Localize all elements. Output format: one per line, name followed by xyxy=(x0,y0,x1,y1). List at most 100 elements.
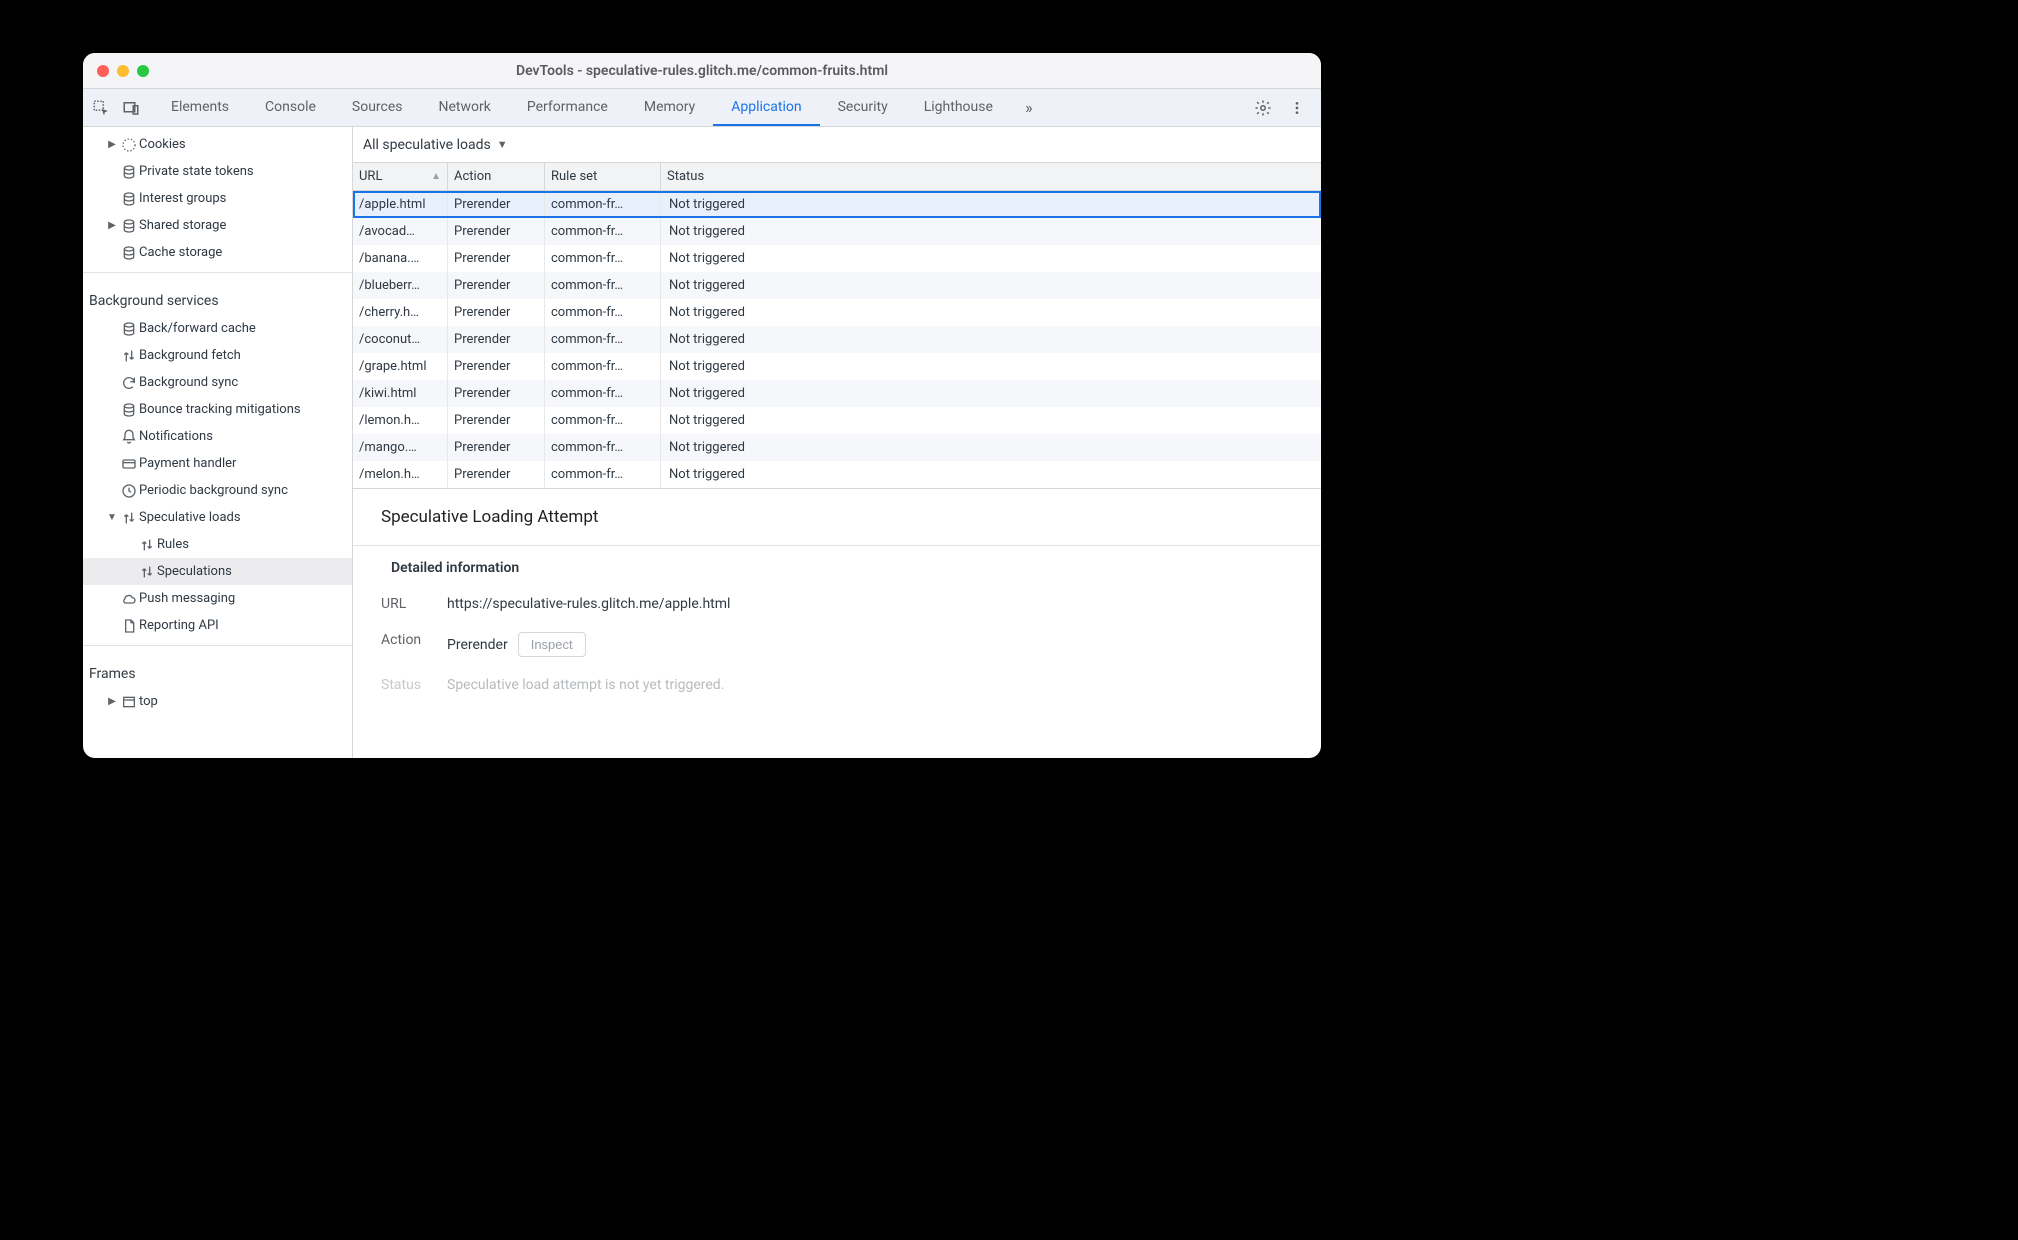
tab-elements[interactable]: Elements xyxy=(153,89,247,126)
sync-icon xyxy=(119,375,139,391)
db-icon xyxy=(119,164,139,180)
detail-subheading: Detailed information xyxy=(353,546,1321,586)
sidebar-item-interest-groups[interactable]: Interest groups xyxy=(83,185,352,212)
col-ruleset[interactable]: Rule set xyxy=(545,163,661,190)
settings-gear-icon[interactable] xyxy=(1253,98,1273,118)
table-row[interactable]: /lemon.h…Prerendercommon-fr…Not triggere… xyxy=(353,407,1321,434)
cell-ruleset: common-fr… xyxy=(545,407,661,434)
more-tabs-icon[interactable]: » xyxy=(1019,98,1039,118)
tab-application[interactable]: Application xyxy=(713,89,819,126)
tab-sources[interactable]: Sources xyxy=(334,89,421,126)
sidebar-item-label: Speculative loads xyxy=(139,510,241,525)
sidebar-item-label: Private state tokens xyxy=(139,164,254,179)
tab-security[interactable]: Security xyxy=(820,89,906,126)
cell-ruleset: common-fr… xyxy=(545,272,661,299)
sidebar-item-label: Background fetch xyxy=(139,348,241,363)
cell-ruleset: common-fr… xyxy=(545,191,661,218)
sidebar-item-speculative-loads[interactable]: ▼Speculative loads xyxy=(83,504,352,531)
main-area: ▶Cookies Private state tokens Interest gro… xyxy=(83,127,1321,758)
device-toolbar-icon[interactable] xyxy=(121,98,141,118)
sidebar-item-label: Shared storage xyxy=(139,218,226,233)
devtools-window: DevTools - speculative-rules.glitch.me/c… xyxy=(83,53,1321,758)
sidebar-item-top[interactable]: ▶top xyxy=(83,688,352,715)
updown-icon xyxy=(119,510,139,526)
cell-ruleset: common-fr… xyxy=(545,218,661,245)
cell-ruleset: common-fr… xyxy=(545,461,661,488)
cell-status: Not triggered xyxy=(661,434,1321,461)
col-action[interactable]: Action xyxy=(448,163,545,190)
chevron-right-icon: ▶ xyxy=(105,220,119,231)
sidebar-item-shared-storage[interactable]: ▶ Shared storage xyxy=(83,212,352,239)
sidebar-item-notifications[interactable]: Notifications xyxy=(83,423,352,450)
sidebar-item-reporting-api[interactable]: Reporting API xyxy=(83,612,352,639)
sidebar-item-cookies[interactable]: ▶Cookies xyxy=(83,131,352,158)
sidebar-item-label: Notifications xyxy=(139,429,213,444)
table-row[interactable]: /apple.htmlPrerendercommon-fr…Not trigge… xyxy=(353,191,1321,218)
sidebar-item-background-sync[interactable]: Background sync xyxy=(83,369,352,396)
table-row[interactable]: /mango.…Prerendercommon-fr…Not triggered xyxy=(353,434,1321,461)
table-row[interactable]: /blueberr…Prerendercommon-fr…Not trigger… xyxy=(353,272,1321,299)
db-icon xyxy=(119,191,139,207)
sidebar-item-label: Background sync xyxy=(139,375,238,390)
cell-ruleset: common-fr… xyxy=(545,326,661,353)
sidebar-item-periodic-background-sync[interactable]: Periodic background sync xyxy=(83,477,352,504)
table-row[interactable]: /kiwi.htmlPrerendercommon-fr…Not trigger… xyxy=(353,380,1321,407)
card-icon xyxy=(119,456,139,472)
kebab-menu-icon[interactable] xyxy=(1287,98,1307,118)
db-icon xyxy=(119,402,139,418)
titlebar: DevTools - speculative-rules.glitch.me/c… xyxy=(83,53,1321,89)
sidebar-item-rules[interactable]: Rules xyxy=(83,531,352,558)
col-url[interactable]: URL ▲ xyxy=(353,163,448,190)
cell-action: Prerender xyxy=(448,299,545,326)
table-row[interactable]: /cherry.h…Prerendercommon-fr…Not trigger… xyxy=(353,299,1321,326)
inspect-button[interactable]: Inspect xyxy=(518,632,586,657)
table-row[interactable]: /avocad…Prerendercommon-fr…Not triggered xyxy=(353,218,1321,245)
minimize-window-button[interactable] xyxy=(117,65,129,77)
table-row[interactable]: /banana.…Prerendercommon-fr…Not triggere… xyxy=(353,245,1321,272)
sidebar-item-push-messaging[interactable]: Push messaging xyxy=(83,585,352,612)
traffic-lights xyxy=(97,65,149,77)
cell-action: Prerender xyxy=(448,272,545,299)
close-window-button[interactable] xyxy=(97,65,109,77)
sidebar-item-label: Push messaging xyxy=(139,591,235,606)
tab-memory[interactable]: Memory xyxy=(626,89,713,126)
cell-ruleset: common-fr… xyxy=(545,353,661,380)
detail-panel: Speculative Loading Attempt Detailed inf… xyxy=(353,488,1321,758)
filter-bar[interactable]: All speculative loads ▼ xyxy=(353,127,1321,163)
cookie-icon xyxy=(119,137,139,153)
table-row[interactable]: /grape.htmlPrerendercommon-fr…Not trigge… xyxy=(353,353,1321,380)
tab-performance[interactable]: Performance xyxy=(509,89,626,126)
tab-network[interactable]: Network xyxy=(421,89,509,126)
sidebar-item-label: Reporting API xyxy=(139,618,219,633)
col-status[interactable]: Status xyxy=(661,163,1321,190)
sidebar-item-back-forward-cache[interactable]: Back/forward cache xyxy=(83,315,352,342)
sort-asc-icon: ▲ xyxy=(431,171,441,182)
maximize-window-button[interactable] xyxy=(137,65,149,77)
chevron-right-icon: ▶ xyxy=(105,139,119,150)
inspect-element-icon[interactable] xyxy=(91,98,111,118)
sidebar-item-private-state-tokens[interactable]: Private state tokens xyxy=(83,158,352,185)
sidebar-item-label: Back/forward cache xyxy=(139,321,256,336)
devtools-tabbar: ElementsConsoleSourcesNetworkPerformance… xyxy=(83,89,1321,127)
sidebar-item-label: Periodic background sync xyxy=(139,483,288,498)
cell-action: Prerender xyxy=(448,353,545,380)
tab-lighthouse[interactable]: Lighthouse xyxy=(906,89,1011,126)
sidebar-item-speculations[interactable]: Speculations xyxy=(83,558,352,585)
cloud-icon xyxy=(119,591,139,607)
cell-url: /lemon.h… xyxy=(353,407,448,434)
cell-url: /kiwi.html xyxy=(353,380,448,407)
detail-row-url: URL https://speculative-rules.glitch.me/… xyxy=(353,586,1321,622)
cell-url: /cherry.h… xyxy=(353,299,448,326)
table-row[interactable]: /coconut…Prerendercommon-fr…Not triggere… xyxy=(353,326,1321,353)
content-pane: All speculative loads ▼ URL ▲ Action Rul… xyxy=(353,127,1321,758)
sidebar-item-label: Bounce tracking mitigations xyxy=(139,402,301,417)
filter-label: All speculative loads xyxy=(363,137,491,153)
cell-ruleset: common-fr… xyxy=(545,245,661,272)
sidebar-item-bounce-tracking-mitigations[interactable]: Bounce tracking mitigations xyxy=(83,396,352,423)
cell-url: /banana.… xyxy=(353,245,448,272)
sidebar-item-payment-handler[interactable]: Payment handler xyxy=(83,450,352,477)
sidebar-item-background-fetch[interactable]: Background fetch xyxy=(83,342,352,369)
sidebar-item-cache-storage[interactable]: Cache storage xyxy=(83,239,352,266)
table-row[interactable]: /melon.h…Prerendercommon-fr…Not triggere… xyxy=(353,461,1321,488)
tab-console[interactable]: Console xyxy=(247,89,334,126)
